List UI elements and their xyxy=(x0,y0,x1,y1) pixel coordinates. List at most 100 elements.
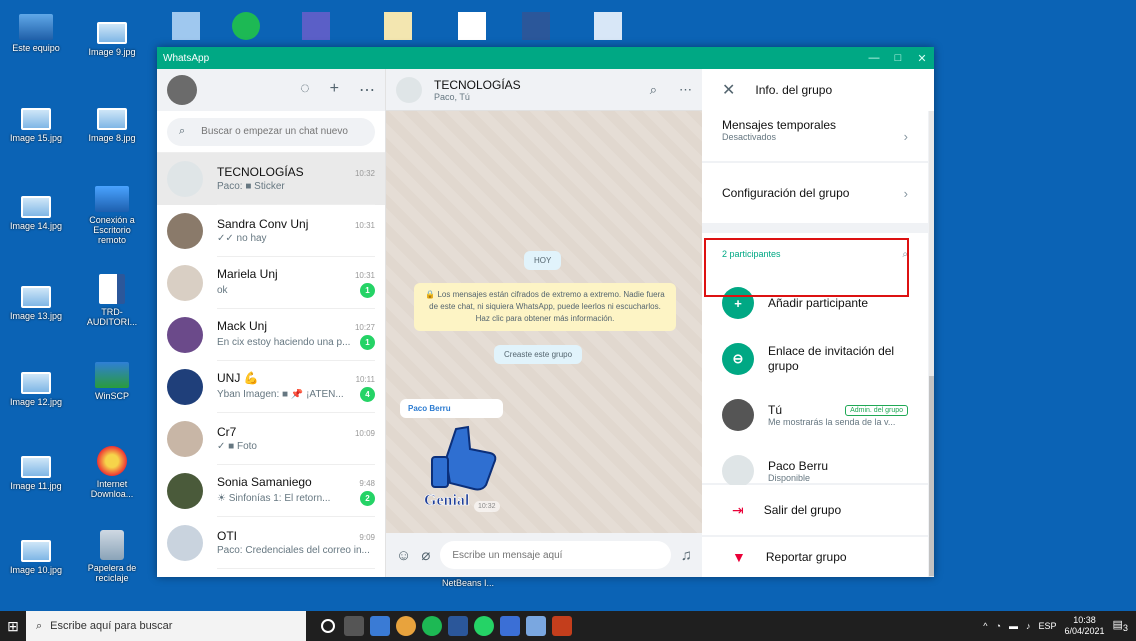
chat-time: 10:31 xyxy=(354,271,375,280)
search-messages-icon[interactable]: ⌕ xyxy=(650,82,657,98)
emoji-icon[interactable]: ☺ xyxy=(396,547,411,564)
participant-row[interactable]: Tú Admin. del grupo Me mostrarás la senda … xyxy=(702,387,928,443)
chat-search-box: ⌕ xyxy=(167,117,375,146)
notifications-icon[interactable]: ▤3 xyxy=(1113,618,1129,633)
desktop-icon-image10[interactable]: Image 10.jpg xyxy=(4,540,68,575)
info-scrollbar[interactable] xyxy=(929,111,934,577)
computer-icon xyxy=(19,14,53,40)
spotify-icon[interactable] xyxy=(422,616,442,636)
chat-avatar xyxy=(167,317,203,353)
image-icon xyxy=(21,108,51,130)
chat-list-item[interactable]: OTI 9:09 Paco: Credenciales del correo in.… xyxy=(157,517,385,569)
invite-link-button[interactable]: ⊖ Enlace de invitación del grupo xyxy=(702,331,928,387)
window-titlebar[interactable]: WhatsApp — □ ✕ xyxy=(157,47,934,69)
exit-group-button[interactable]: ⇥ Salir del grupo xyxy=(702,485,928,535)
shield-icon[interactable] xyxy=(500,616,520,636)
conversation-menu-icon[interactable]: ⋯ xyxy=(679,82,692,98)
chat-avatar xyxy=(167,473,203,509)
desktop-icon-idm[interactable]: Internet Downloa... xyxy=(80,446,144,499)
volume-icon[interactable]: ♪ xyxy=(1026,621,1031,631)
temporary-messages-row[interactable]: Mensajes temporales Desactivados › xyxy=(702,111,928,161)
group-avatar[interactable] xyxy=(396,76,422,103)
conversation-panel: TECNOLOGÍAS Paco, Tú ⌕ ⋯ HOY 🔒 Los mensa… xyxy=(386,69,702,577)
close-window-button[interactable]: ✕ xyxy=(910,52,934,65)
microphone-icon[interactable]: ♫ xyxy=(681,547,692,564)
chat-avatar xyxy=(167,265,203,301)
desktop-icon-remote-desktop[interactable]: Conexión a Escritorio remoto xyxy=(80,186,144,245)
maximize-button[interactable]: □ xyxy=(886,52,910,64)
participant-avatar xyxy=(722,399,754,431)
wifi-icon[interactable]: ◔ xyxy=(996,621,1001,631)
image-file-icon[interactable] xyxy=(594,12,622,40)
image-file-icon[interactable] xyxy=(172,12,200,40)
document-icon[interactable] xyxy=(458,12,486,40)
image-icon xyxy=(21,196,51,218)
minimize-button[interactable]: — xyxy=(862,52,886,64)
windows-start-icon[interactable]: ⊞ xyxy=(0,618,26,635)
desktop-icon-netbeans[interactable]: NetBeans I... xyxy=(436,578,500,588)
attach-icon[interactable]: ⌀ xyxy=(421,546,430,564)
desktop-icon-image11[interactable]: Image 11.jpg xyxy=(4,456,68,491)
desktop-icon-recycle-bin[interactable]: Papelera de reciclaje xyxy=(80,530,144,583)
image-icon xyxy=(97,22,127,44)
network-app-icon[interactable] xyxy=(526,616,546,636)
desktop-icon-image8[interactable]: Image 8.jpg xyxy=(80,108,144,143)
group-created-notice: Creaste este grupo xyxy=(494,345,583,364)
desktop-icon-this-pc[interactable]: Este equipo xyxy=(4,14,68,53)
report-group-label: Reportar grupo xyxy=(765,550,847,564)
participant-name: Tú xyxy=(768,403,783,417)
chat-list-item[interactable]: Sonia Samaniego 9:48 ☀ Sinfonías 1: El ret… xyxy=(157,465,385,517)
desktop-icon-trd[interactable]: TRD-AUDITORI... xyxy=(80,274,144,327)
chat-list-item[interactable]: UNJ 💪 10:11 Yban Imagen: ■ 📌 ¡ATEN... 4 xyxy=(157,361,385,413)
group-settings-row[interactable]: Configuración del grupo › xyxy=(702,163,928,223)
desktop-icon-image12[interactable]: Image 12.jpg xyxy=(4,372,68,407)
close-info-icon[interactable]: ✕ xyxy=(722,80,735,100)
chat-last-message: Paco: ■ Sticker xyxy=(217,181,285,192)
chat-list-item[interactable]: Sandra Conv Unj 10:31 ✓✓ no hay xyxy=(157,205,385,257)
archive-icon[interactable] xyxy=(384,12,412,40)
download-manager-icon xyxy=(97,446,127,476)
thumbs-up-sticker[interactable]: Genial xyxy=(416,419,506,509)
desktop-icon-image15[interactable]: Image 15.jpg xyxy=(4,108,68,143)
my-avatar[interactable] xyxy=(167,75,197,105)
desktop-icon-winscp[interactable]: WinSCP xyxy=(80,362,144,401)
encryption-notice[interactable]: 🔒 Los mensajes están cifrados de extremo… xyxy=(414,283,676,331)
taskbar-search[interactable]: ⌕ Escribe aquí para buscar xyxy=(26,611,306,641)
language-indicator[interactable]: ESP xyxy=(1038,621,1056,631)
chat-list-item[interactable]: Cr7 10:09 ✓ ■ Foto xyxy=(157,413,385,465)
chat-list-item[interactable]: Mack Unj 10:27 En cix estoy haciendo una p… xyxy=(157,309,385,361)
chevron-up-icon[interactable]: ^ xyxy=(983,621,987,631)
status-icon[interactable]: ◌ xyxy=(300,80,310,100)
chat-list-header: ◌ + ⋯ xyxy=(157,69,385,111)
chat-search-input[interactable] xyxy=(201,126,363,137)
highlight-box xyxy=(704,238,909,297)
chat-last-message: ✓ ■ Foto xyxy=(217,441,257,452)
word-icon[interactable] xyxy=(448,616,468,636)
powerpoint-icon[interactable] xyxy=(552,616,572,636)
desktop-icon-image9[interactable]: Image 9.jpg xyxy=(80,22,144,57)
group-settings-label: Configuración del grupo xyxy=(722,186,850,200)
new-chat-icon[interactable]: + xyxy=(330,80,339,100)
file-explorer-icon[interactable] xyxy=(370,616,390,636)
report-group-button[interactable]: ▼ Reportar grupo xyxy=(702,537,928,577)
whatsapp-icon[interactable] xyxy=(474,616,494,636)
chat-list-item[interactable]: Mariela Unj 10:31 ok 1 xyxy=(157,257,385,309)
chat-avatar xyxy=(167,369,203,405)
clock[interactable]: 10:38 6/04/2021 xyxy=(1064,615,1104,637)
conversation-header[interactable]: TECNOLOGÍAS Paco, Tú ⌕ ⋯ xyxy=(386,69,702,111)
chat-list-item[interactable]: TECNOLOGÍAS 10:32 Paco: ■ Sticker xyxy=(157,153,385,205)
word-icon[interactable] xyxy=(522,12,550,40)
cortana-icon[interactable] xyxy=(321,619,335,633)
desktop-icon-image14[interactable]: Image 14.jpg xyxy=(4,196,68,231)
teams-icon[interactable] xyxy=(302,12,330,40)
menu-icon[interactable]: ⋯ xyxy=(359,80,375,100)
chevron-right-icon: › xyxy=(903,185,908,201)
battery-icon[interactable]: ▬ xyxy=(1009,621,1018,631)
desktop-icon-image13[interactable]: Image 13.jpg xyxy=(4,286,68,321)
participant-status: Disponible xyxy=(768,473,811,483)
chat-name: Cr7 xyxy=(217,425,237,439)
task-view-icon[interactable] xyxy=(344,616,364,636)
chrome-icon[interactable] xyxy=(396,616,416,636)
message-input[interactable] xyxy=(452,549,659,561)
spotify-icon[interactable] xyxy=(232,12,260,40)
